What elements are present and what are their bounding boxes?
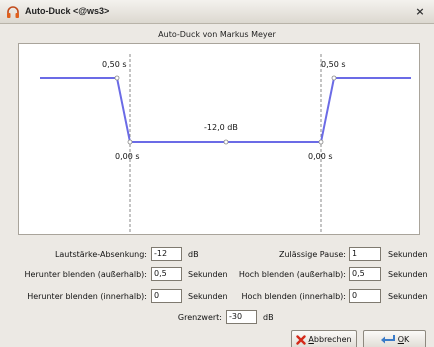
label-fade-up-inner: 0,00 s	[308, 152, 333, 161]
outer-fade-up-unit: Sekunden	[388, 270, 428, 279]
headphones-icon	[7, 6, 19, 18]
close-icon: ×	[415, 5, 425, 18]
ok-icon	[380, 335, 395, 344]
title-bar: Auto-Duck <@ws3> ×	[0, 0, 434, 24]
outer-fade-up-label: Hoch blenden (außerhalb):	[238, 270, 346, 279]
max-pause-label: Zulässige Pause:	[279, 250, 346, 259]
envelope-graph	[40, 54, 411, 232]
ok-button[interactable]: OK	[363, 330, 426, 347]
max-pause-unit: Sekunden	[388, 250, 428, 259]
outer-fade-down-input[interactable]: 0,5	[151, 267, 182, 281]
handle-fade-down-outer[interactable]	[114, 75, 120, 81]
threshold-label: Grenzwert:	[177, 313, 222, 322]
outer-fade-down-label: Herunter blenden (außerhalb):	[24, 270, 147, 279]
ok-label: K	[404, 335, 410, 344]
envelope-plot[interactable]: 0,50 s 0,50 s 0,00 s 0,00 s -12,0 dB	[18, 43, 420, 235]
handle-fade-down-inner[interactable]	[127, 139, 133, 145]
duck-amount-label: Lautstärke-Absenkung:	[54, 250, 147, 259]
cancel-button[interactable]: Abbrechen	[291, 330, 357, 347]
handle-fade-up-outer[interactable]	[331, 75, 337, 81]
inner-fade-up-label: Hoch blenden (innerhalb):	[241, 292, 346, 301]
outer-fade-up-input[interactable]: 0,5	[349, 267, 381, 281]
label-fade-up-outer: 0,50 s	[321, 60, 346, 69]
inner-fade-down-unit: Sekunden	[188, 292, 228, 301]
inner-fade-up-input[interactable]: 0	[349, 289, 381, 303]
label-duck-level: -12,0 dB	[204, 123, 238, 132]
inner-fade-down-label: Herunter blenden (innerhalb):	[27, 292, 147, 301]
effect-header: Auto-Duck von Markus Meyer	[158, 30, 276, 39]
window-title: Auto-Duck <@ws3>	[25, 6, 110, 16]
duck-amount-unit: dB	[188, 250, 199, 259]
label-fade-down-inner: 0,00 s	[115, 152, 140, 161]
duck-envelope-line	[40, 77, 411, 143]
threshold-input[interactable]: -30	[226, 310, 257, 324]
cancel-icon	[296, 334, 307, 345]
handle-fade-up-inner[interactable]	[318, 139, 324, 145]
close-button[interactable]: ×	[413, 5, 427, 19]
label-fade-down-outer: 0,50 s	[102, 60, 127, 69]
threshold-unit: dB	[263, 313, 274, 322]
handle-level[interactable]	[223, 139, 229, 145]
max-pause-input[interactable]: 1	[349, 247, 381, 261]
duck-amount-input[interactable]: -12	[151, 247, 182, 261]
inner-fade-up-unit: Sekunden	[388, 292, 428, 301]
inner-fade-down-input[interactable]: 0	[151, 289, 182, 303]
outer-fade-down-unit: Sekunden	[188, 270, 228, 279]
cancel-label: bbrechen	[313, 335, 352, 344]
